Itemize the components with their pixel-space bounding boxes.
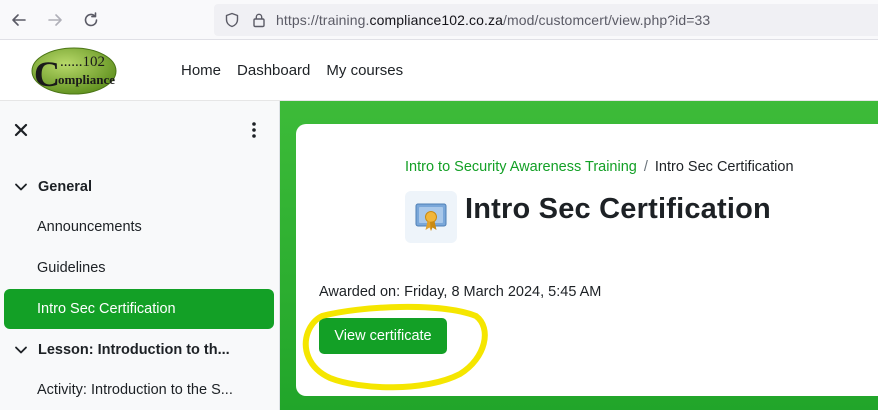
- kebab-menu-icon[interactable]: [248, 120, 260, 140]
- course-index-drawer: General Announcements Guidelines Intro S…: [0, 101, 280, 410]
- svg-text:C: C: [34, 54, 60, 94]
- page-title: Intro Sec Certification: [465, 193, 771, 225]
- site-header: C ......102 ompliance Home Dashboard My …: [0, 40, 878, 101]
- view-certificate-button[interactable]: View certificate: [319, 318, 447, 354]
- primary-navigation: Home Dashboard My courses: [181, 62, 419, 79]
- chevron-down-icon[interactable]: [14, 343, 28, 357]
- breadcrumb-current: Intro Sec Certification: [654, 159, 794, 175]
- drawer-item-announcements[interactable]: Announcements: [37, 219, 142, 235]
- nav-home[interactable]: Home: [181, 62, 221, 79]
- section-general[interactable]: General: [14, 179, 92, 195]
- close-icon[interactable]: [12, 121, 30, 139]
- back-arrow-icon[interactable]: [6, 7, 32, 33]
- chevron-down-icon[interactable]: [14, 180, 28, 194]
- nav-dashboard[interactable]: Dashboard: [237, 62, 310, 79]
- svg-text:......102: ......102: [60, 54, 105, 70]
- url-text: https://training.compliance102.co.za/mod…: [276, 12, 711, 28]
- section-title: Lesson: Introduction to th...: [38, 342, 230, 358]
- lock-icon[interactable]: [251, 12, 267, 33]
- svg-text:ompliance: ompliance: [58, 72, 115, 87]
- drawer-item-activity-introduction[interactable]: Activity: Introduction to the S...: [37, 382, 233, 398]
- reload-icon[interactable]: [78, 7, 104, 33]
- section-lesson-introduction[interactable]: Lesson: Introduction to th...: [14, 342, 230, 358]
- browser-toolbar: https://training.compliance102.co.za/mod…: [0, 0, 878, 40]
- breadcrumb: Intro to Security Awareness Training / Int…: [405, 159, 794, 175]
- awarded-date: Awarded on: Friday, 8 March 2024, 5:45 A…: [319, 284, 602, 300]
- certificate-icon: [405, 191, 457, 243]
- drawer-item-guidelines[interactable]: Guidelines: [37, 260, 106, 276]
- breadcrumb-separator: /: [643, 159, 648, 175]
- address-bar[interactable]: https://training.compliance102.co.za/mod…: [214, 4, 878, 36]
- breadcrumb-course-link[interactable]: Intro to Security Awareness Training: [405, 159, 637, 175]
- drawer-item-intro-sec-certification[interactable]: Intro Sec Certification: [4, 289, 274, 329]
- shield-icon[interactable]: [224, 12, 240, 33]
- forward-arrow-icon[interactable]: [42, 7, 68, 33]
- section-title: General: [38, 179, 92, 195]
- site-logo[interactable]: C ......102 ompliance: [30, 46, 120, 96]
- nav-my-courses[interactable]: My courses: [326, 62, 403, 79]
